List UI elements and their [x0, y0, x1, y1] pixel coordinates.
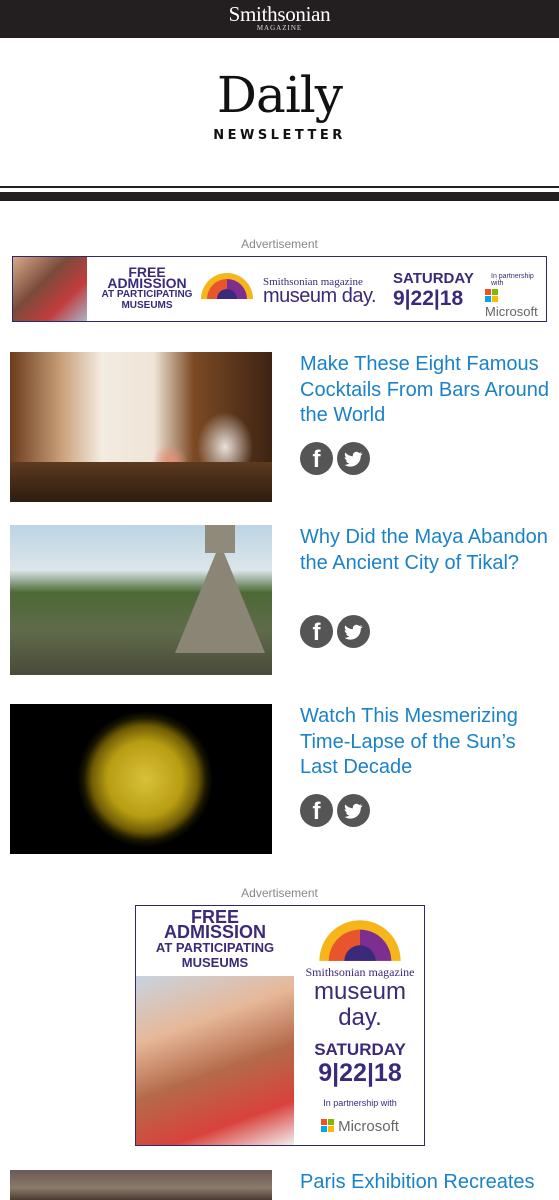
article-title-link[interactable]: Watch This Mesmerizing Time-Lapse of the… — [300, 704, 550, 781]
facebook-icon[interactable]: f — [300, 794, 333, 827]
ad-partner: Microsoft — [294, 1118, 424, 1135]
article-image-cocktails[interactable] — [10, 352, 272, 502]
article-image-tikal[interactable] — [10, 525, 272, 675]
social-share: f — [300, 615, 380, 649]
article-image-sun[interactable] — [10, 704, 272, 854]
microsoft-logo-icon — [321, 1119, 335, 1133]
museum-day-logo-icon — [201, 273, 253, 299]
social-share: f — [300, 442, 380, 476]
twitter-icon[interactable] — [337, 442, 370, 475]
article-title-link[interactable]: Make These Eight Famous Cocktails From B… — [300, 352, 550, 429]
social-share: f — [300, 794, 380, 828]
magazine-label: MAGAZINE — [256, 24, 303, 32]
ad-day: SATURDAY — [314, 1040, 406, 1059]
advertisement-label: Advertisement — [241, 237, 318, 251]
ad-brand-big: museum — [313, 978, 407, 1005]
header-divider-thick — [0, 192, 559, 201]
ad-brand-big: museum day. — [263, 285, 377, 307]
ad-day: SATURDAY — [393, 270, 474, 287]
museum-day-logo-icon — [319, 920, 401, 961]
ad-partner: Microsoft — [485, 289, 546, 319]
header-divider-thin — [0, 186, 559, 188]
smithsonian-logo[interactable]: Smithsonian — [0, 3, 559, 25]
header-bar: Smithsonian MAGAZINE — [0, 0, 559, 38]
ad-photo — [13, 257, 87, 321]
ad-free-admission: FREE ADMISSION AT PARTICIPATING MUSEUMS — [155, 907, 275, 970]
microsoft-logo-icon — [485, 289, 499, 303]
facebook-icon[interactable]: f — [300, 615, 333, 648]
ad-free-admission: FREE ADMISSION AT PARTICIPATING MUSEUMS — [101, 264, 193, 311]
newsletter-subtitle: NEWSLETTER — [213, 128, 346, 143]
ad-date: 9|22|18 — [318, 1059, 402, 1087]
ad-partner-text: In partnership with — [491, 273, 534, 287]
ad-partner-text: In partnership with — [323, 1098, 397, 1108]
article-title-link[interactable]: Why Did the Maya Abandon the Ancient Cit… — [300, 525, 550, 576]
twitter-icon[interactable] — [337, 794, 370, 827]
ad-date: 9|22|18 — [393, 287, 464, 310]
article-title-link[interactable]: Paris Exhibition Recreates — [300, 1170, 550, 1196]
ad-brand-big: day. — [338, 1004, 382, 1031]
ad-photo — [136, 976, 294, 1145]
article-image-paris[interactable] — [10, 1170, 272, 1200]
advertisement-label: Advertisement — [241, 886, 318, 900]
museum-day-square-ad[interactable]: FREE ADMISSION AT PARTICIPATING MUSEUMS … — [135, 905, 425, 1146]
newsletter-title: Daily — [216, 66, 343, 124]
facebook-icon[interactable]: f — [300, 442, 333, 475]
twitter-icon[interactable] — [337, 615, 370, 648]
museum-day-banner-ad[interactable]: FREE ADMISSION AT PARTICIPATING MUSEUMS … — [12, 256, 547, 322]
